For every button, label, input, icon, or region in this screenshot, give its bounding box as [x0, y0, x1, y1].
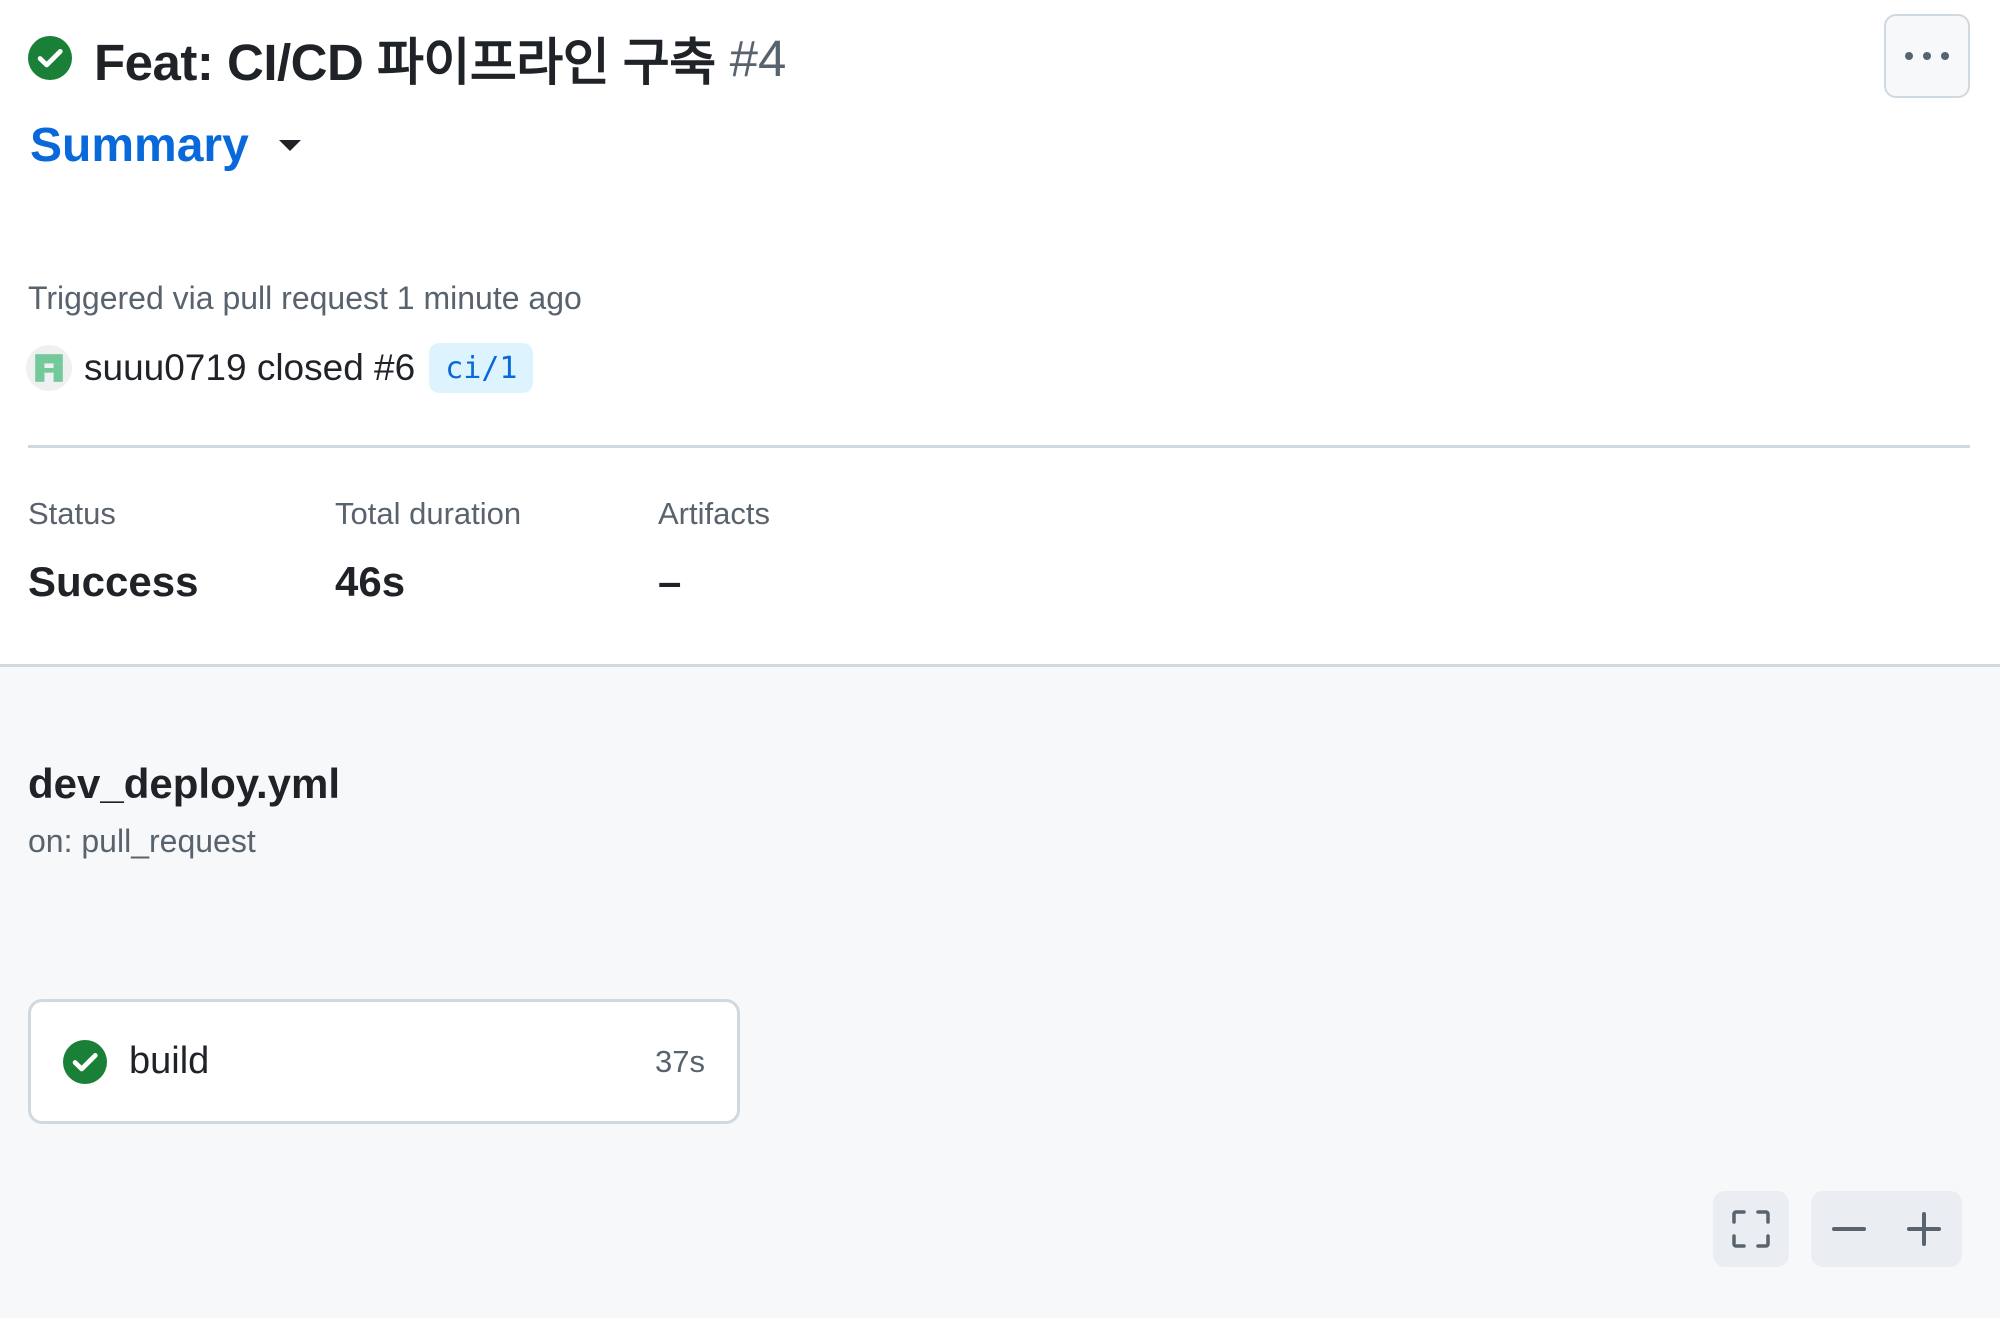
triangle-down-icon	[278, 139, 301, 151]
run-title-row: Feat: CI/CD 파이프라인 구축 #4	[28, 22, 786, 94]
artifacts-stat: Artifacts –	[658, 496, 770, 606]
trigger-actor-row: suuu0719 closed #6 ci/1	[26, 342, 534, 394]
status-stat: Status Success	[28, 496, 198, 606]
job-duration: 37s	[655, 1043, 705, 1079]
fullscreen-button[interactable]	[1713, 1191, 1789, 1267]
run-number: #4	[729, 29, 787, 87]
zoom-in-button[interactable]	[1887, 1191, 1963, 1267]
run-header-panel: Feat: CI/CD 파이프라인 구축 #4 Summary Triggere…	[0, 0, 2000, 664]
zoom-out-button[interactable]	[1811, 1191, 1887, 1267]
workflow-file-name: dev_deploy.yml	[28, 760, 341, 807]
dash-icon	[1831, 1227, 1866, 1231]
run-title: Feat: CI/CD 파이프라인 구축	[94, 34, 716, 91]
status-value: Success	[28, 558, 199, 605]
artifacts-value: –	[658, 558, 682, 605]
more-options-button[interactable]	[1884, 14, 1970, 98]
trigger-description: Triggered via pull request 1 minute ago	[28, 280, 582, 316]
job-name: build	[129, 1040, 210, 1082]
zoom-controls	[1811, 1191, 1962, 1267]
summary-label: Summary	[30, 118, 249, 172]
job-card-build[interactable]: build 37s	[28, 999, 740, 1124]
duration-label: Total duration	[335, 496, 522, 531]
divider	[28, 445, 1970, 448]
duration-value: 46s	[335, 558, 406, 605]
plus-icon	[1907, 1212, 1942, 1246]
identicon-icon	[26, 345, 72, 391]
trigger-actor-text[interactable]: suuu0719 closed #6	[84, 347, 415, 389]
status-label: Status	[28, 496, 116, 531]
avatar[interactable]	[26, 345, 72, 391]
summary-dropdown[interactable]: Summary	[30, 112, 301, 178]
check-circle-fill-icon	[63, 1039, 107, 1084]
duration-stat: Total duration 46s	[335, 496, 521, 606]
workflow-trigger: on: pull_request	[28, 823, 256, 859]
branch-badge[interactable]: ci/1	[429, 343, 534, 393]
screen-full-icon	[1732, 1210, 1770, 1248]
kebab-horizontal-icon	[1905, 52, 1949, 60]
artifacts-label: Artifacts	[658, 496, 770, 531]
check-circle-fill-icon	[28, 36, 72, 80]
